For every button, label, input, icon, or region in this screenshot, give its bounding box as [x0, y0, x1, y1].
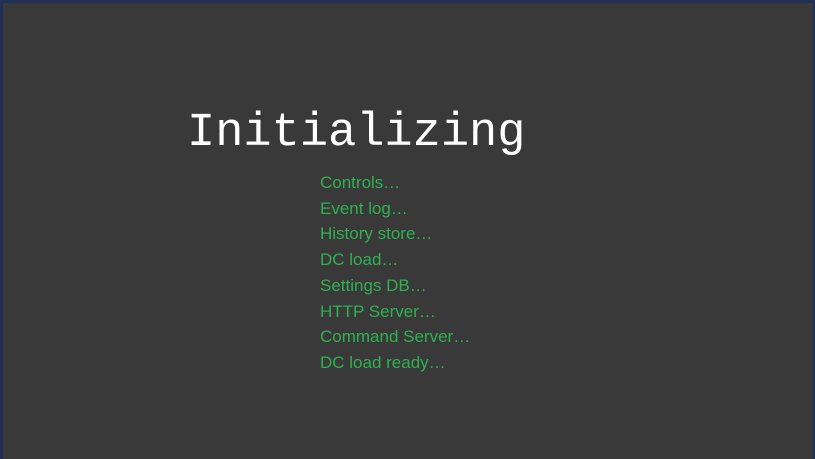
status-event-log: Event log… — [320, 198, 408, 218]
init-status-list: Controls… Event log… History store… DC l… — [320, 170, 470, 376]
status-command-server: Command Server… — [320, 327, 471, 347]
initializing-title: Initializing — [187, 107, 526, 160]
status-settings-db: Settings DB… — [320, 275, 427, 295]
status-dc-load-ready: DC load ready… — [320, 352, 446, 372]
splash-screen: Initializing Controls… Event log… Histor… — [0, 0, 815, 459]
status-http-server: HTTP Server… — [320, 301, 436, 321]
status-controls: Controls… — [320, 173, 401, 192]
status-dc-load: DC load… — [320, 250, 399, 270]
status-history-store: History store… — [320, 224, 433, 244]
